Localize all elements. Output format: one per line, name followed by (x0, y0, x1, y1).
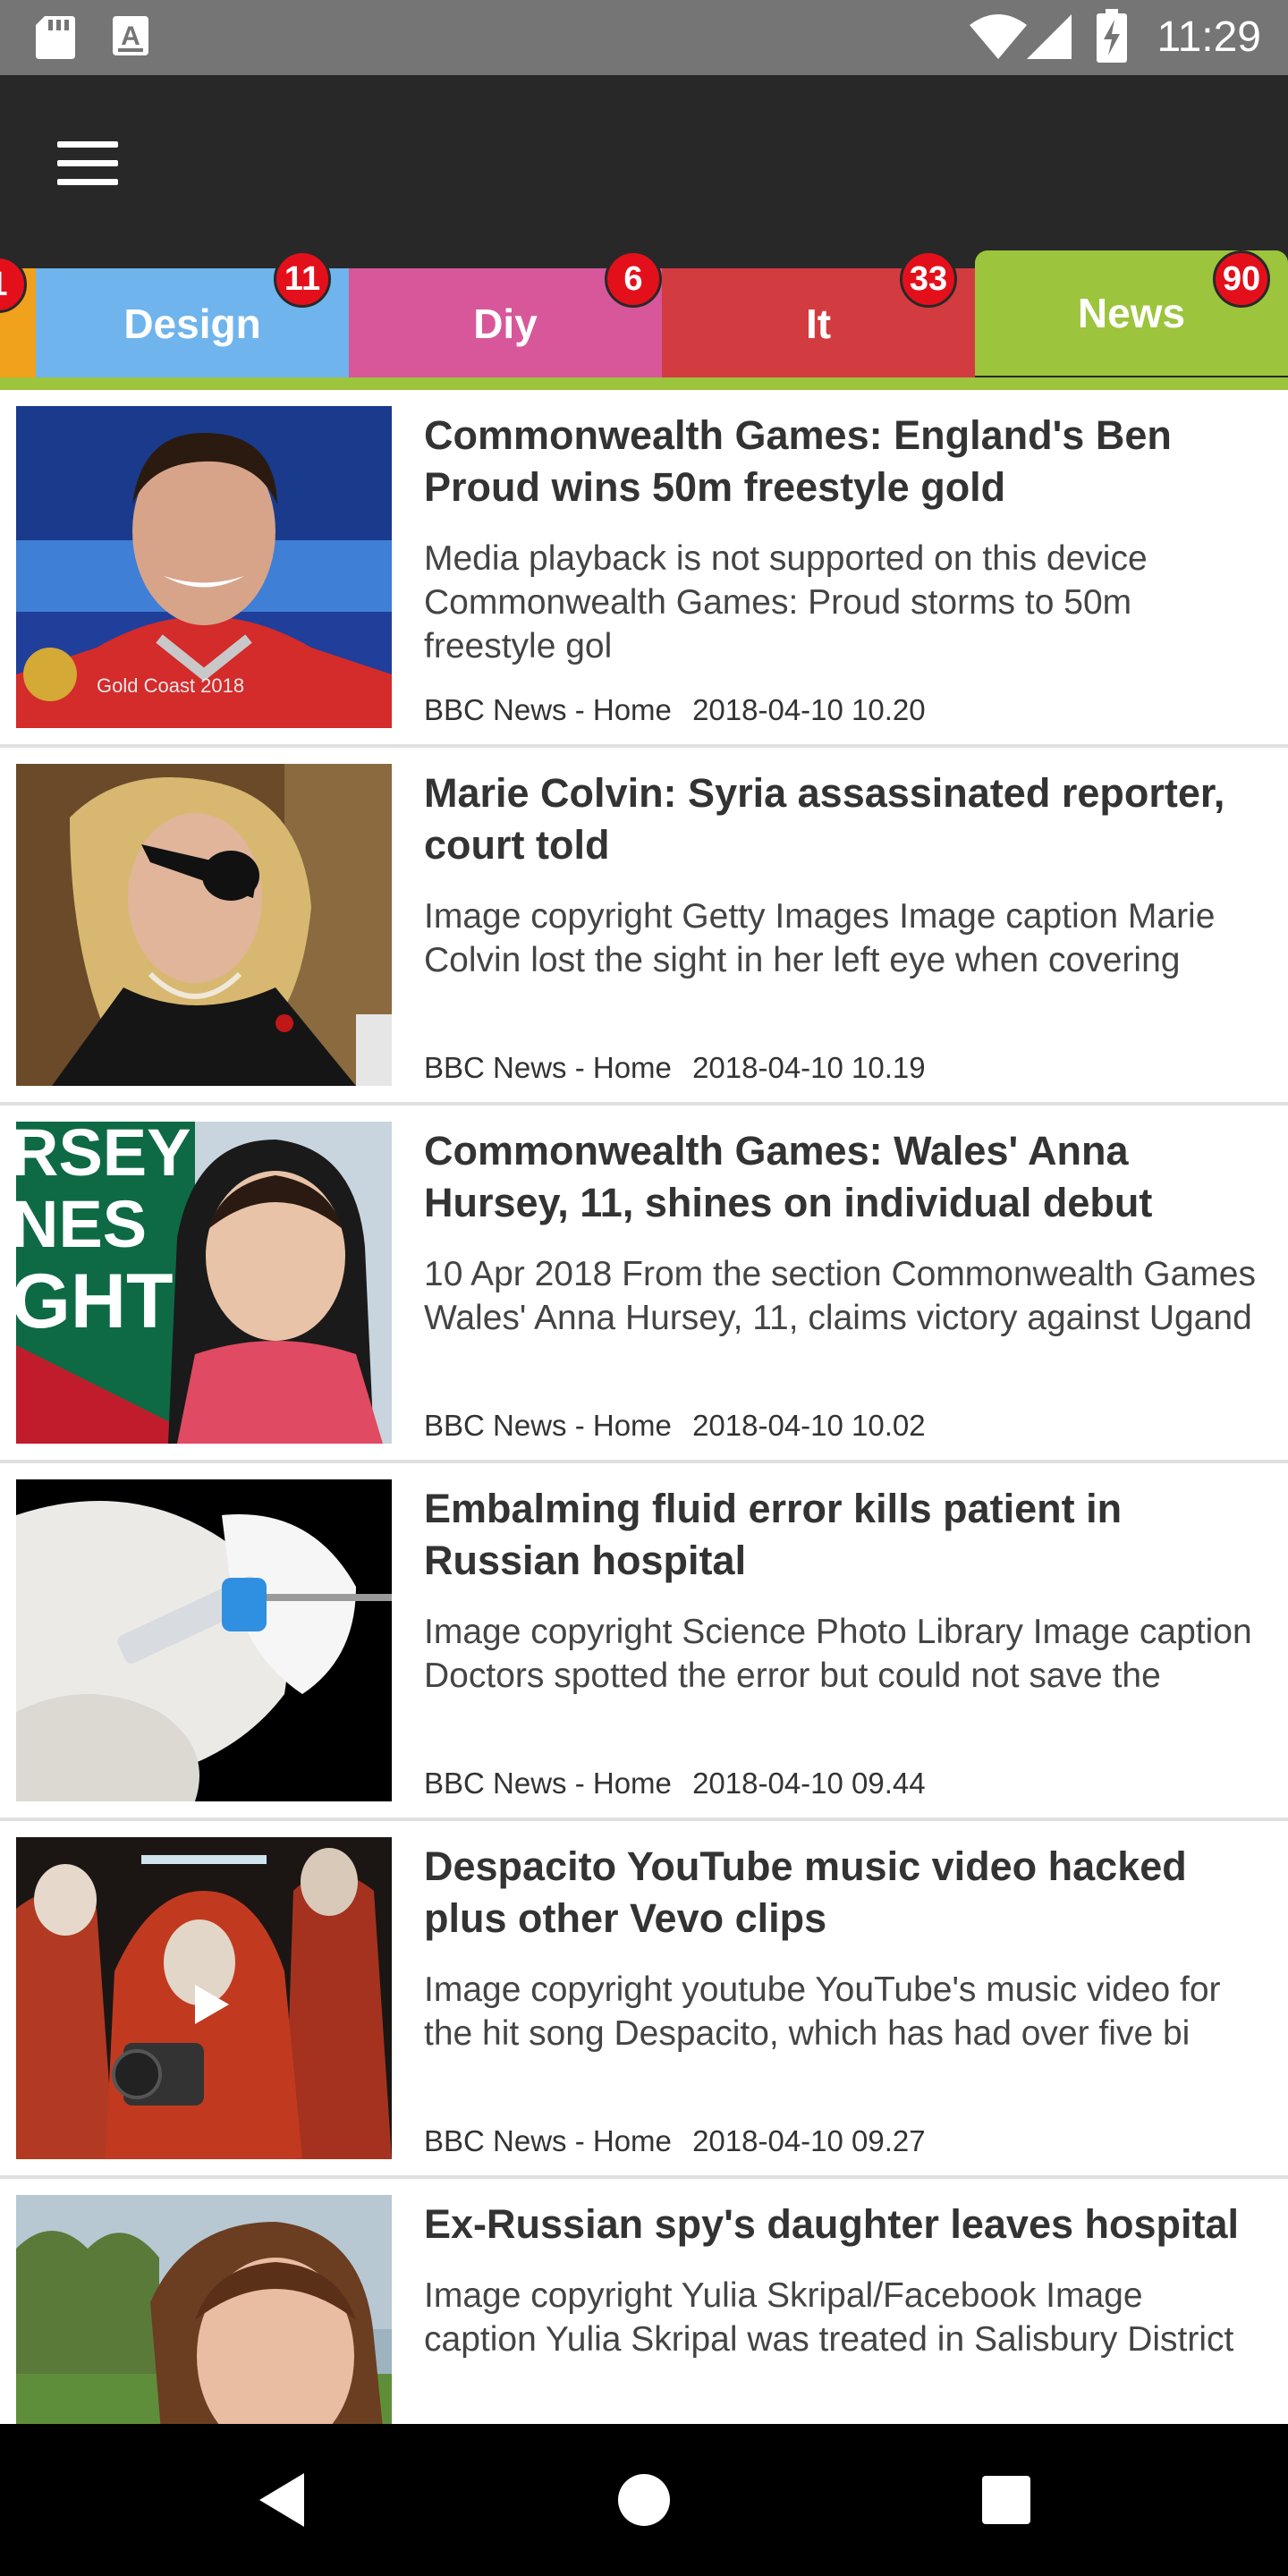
article-thumbnail (16, 764, 392, 1086)
battery-charging-icon (1097, 9, 1127, 63)
article-thumbnail: Gold Coast 2018 (16, 406, 392, 728)
list-item[interactable]: Despacito YouTube music video hacked plu… (0, 1821, 1288, 2179)
article-date: 2018-04-10 10.02 (692, 1409, 926, 1442)
tab-label: News (1077, 290, 1186, 336)
list-item[interactable]: Marie Colvin: Syria assassinated reporte… (0, 748, 1288, 1106)
article-date: 2018-04-10 10.19 (692, 1051, 926, 1084)
hamburger-menu-icon[interactable] (57, 141, 118, 186)
article-description: Image copyright Yulia Skripal/Facebook I… (424, 2276, 1234, 2359)
article-description: Image copyright Science Photo Library Im… (424, 1613, 1252, 1695)
wifi-icon (970, 14, 1027, 59)
tab-badge: 33 (900, 250, 957, 308)
recents-icon[interactable] (966, 2460, 1046, 2540)
thumbnail-caption: Gold Coast 2018 (97, 674, 244, 697)
tab-indicator (0, 377, 1288, 390)
tab-badge: 6 (605, 250, 662, 308)
article-description: 10 Apr 2018 From the section Commonwealt… (424, 1255, 1256, 1337)
system-nav-bar (0, 2424, 1288, 2576)
list-item[interactable]: Embalming fluid error kills patient in R… (0, 1463, 1288, 1821)
tab-label: Design (123, 301, 261, 347)
tab-label: Diy (473, 301, 538, 347)
tab-badge: 11 (274, 250, 331, 308)
article-date: 2018-04-10 10.20 (692, 693, 926, 726)
article-meta: BBC News - Home 2018-04-10 10.02 (424, 1408, 926, 1444)
article-thumbnail (16, 2195, 392, 2424)
sd-card-icon (36, 16, 75, 59)
article-title: Commonwealth Games: England's Ben Proud … (424, 412, 1172, 510)
article-title: Embalming fluid error kills patient in R… (424, 1486, 1123, 1583)
list-item[interactable]: Ex-Russian spy's daughter leaves hospita… (0, 2179, 1288, 2424)
status-time: 11:29 (1157, 13, 1261, 61)
article-source: BBC News - Home (424, 1767, 672, 1800)
signal-icon (1027, 14, 1072, 59)
svg-text:NES: NES (16, 1187, 147, 1261)
article-source: BBC News - Home (424, 1409, 672, 1442)
article-source: BBC News - Home (424, 1051, 672, 1084)
list-item[interactable]: RSEY NES GHT Commonwealth Games: Wales' … (0, 1106, 1288, 1463)
svg-text:RSEY: RSEY (16, 1122, 191, 1190)
article-meta: BBC News - Home 2018-04-10 10.20 (424, 692, 926, 728)
article-description: Image copyright Getty Images Image capti… (424, 897, 1216, 979)
article-thumbnail (16, 1479, 392, 1801)
status-bar: A 11:29 (0, 0, 1288, 75)
article-source: BBC News - Home (424, 693, 672, 726)
article-meta: BBC News - Home 2018-04-10 09.44 (424, 1766, 926, 1801)
back-icon[interactable] (242, 2460, 322, 2540)
article-title: Ex-Russian spy's daughter leaves hospita… (424, 2201, 1240, 2247)
article-title: Commonwealth Games: Wales' Anna Hursey, … (424, 1128, 1153, 1225)
app-bar (0, 75, 1288, 250)
article-title: Despacito YouTube music video hacked plu… (424, 1843, 1187, 1941)
news-feed[interactable]: Gold Coast 2018 Commonwealth Games: Engl… (0, 390, 1288, 2424)
article-date: 2018-04-10 09.27 (692, 2124, 926, 2157)
list-item[interactable]: Gold Coast 2018 Commonwealth Games: Engl… (0, 390, 1288, 748)
article-description: Media playback is not supported on this … (424, 539, 1148, 665)
article-thumbnail (16, 1837, 392, 2159)
article-date: 2018-04-10 09.44 (692, 1767, 926, 1800)
article-thumbnail: RSEY NES GHT (16, 1122, 392, 1444)
tab-badge: 90 (1213, 250, 1270, 308)
home-icon[interactable] (604, 2460, 684, 2540)
article-title: Marie Colvin: Syria assassinated reporte… (424, 770, 1225, 868)
svg-text:GHT: GHT (16, 1258, 174, 1344)
article-description: Image copyright youtube YouTube's music … (424, 1970, 1221, 2053)
tab-label: It (805, 301, 832, 347)
svg-text:A: A (121, 21, 140, 51)
article-source: BBC News - Home (424, 2124, 672, 2157)
text-a-icon: A (113, 16, 148, 55)
category-tabs: 1 Design 11 Diy 6 It 33 News 90 (0, 250, 1288, 390)
article-meta: BBC News - Home 2018-04-10 09.27 (424, 2123, 926, 2159)
article-meta: BBC News - Home 2018-04-10 10.19 (424, 1050, 926, 1086)
